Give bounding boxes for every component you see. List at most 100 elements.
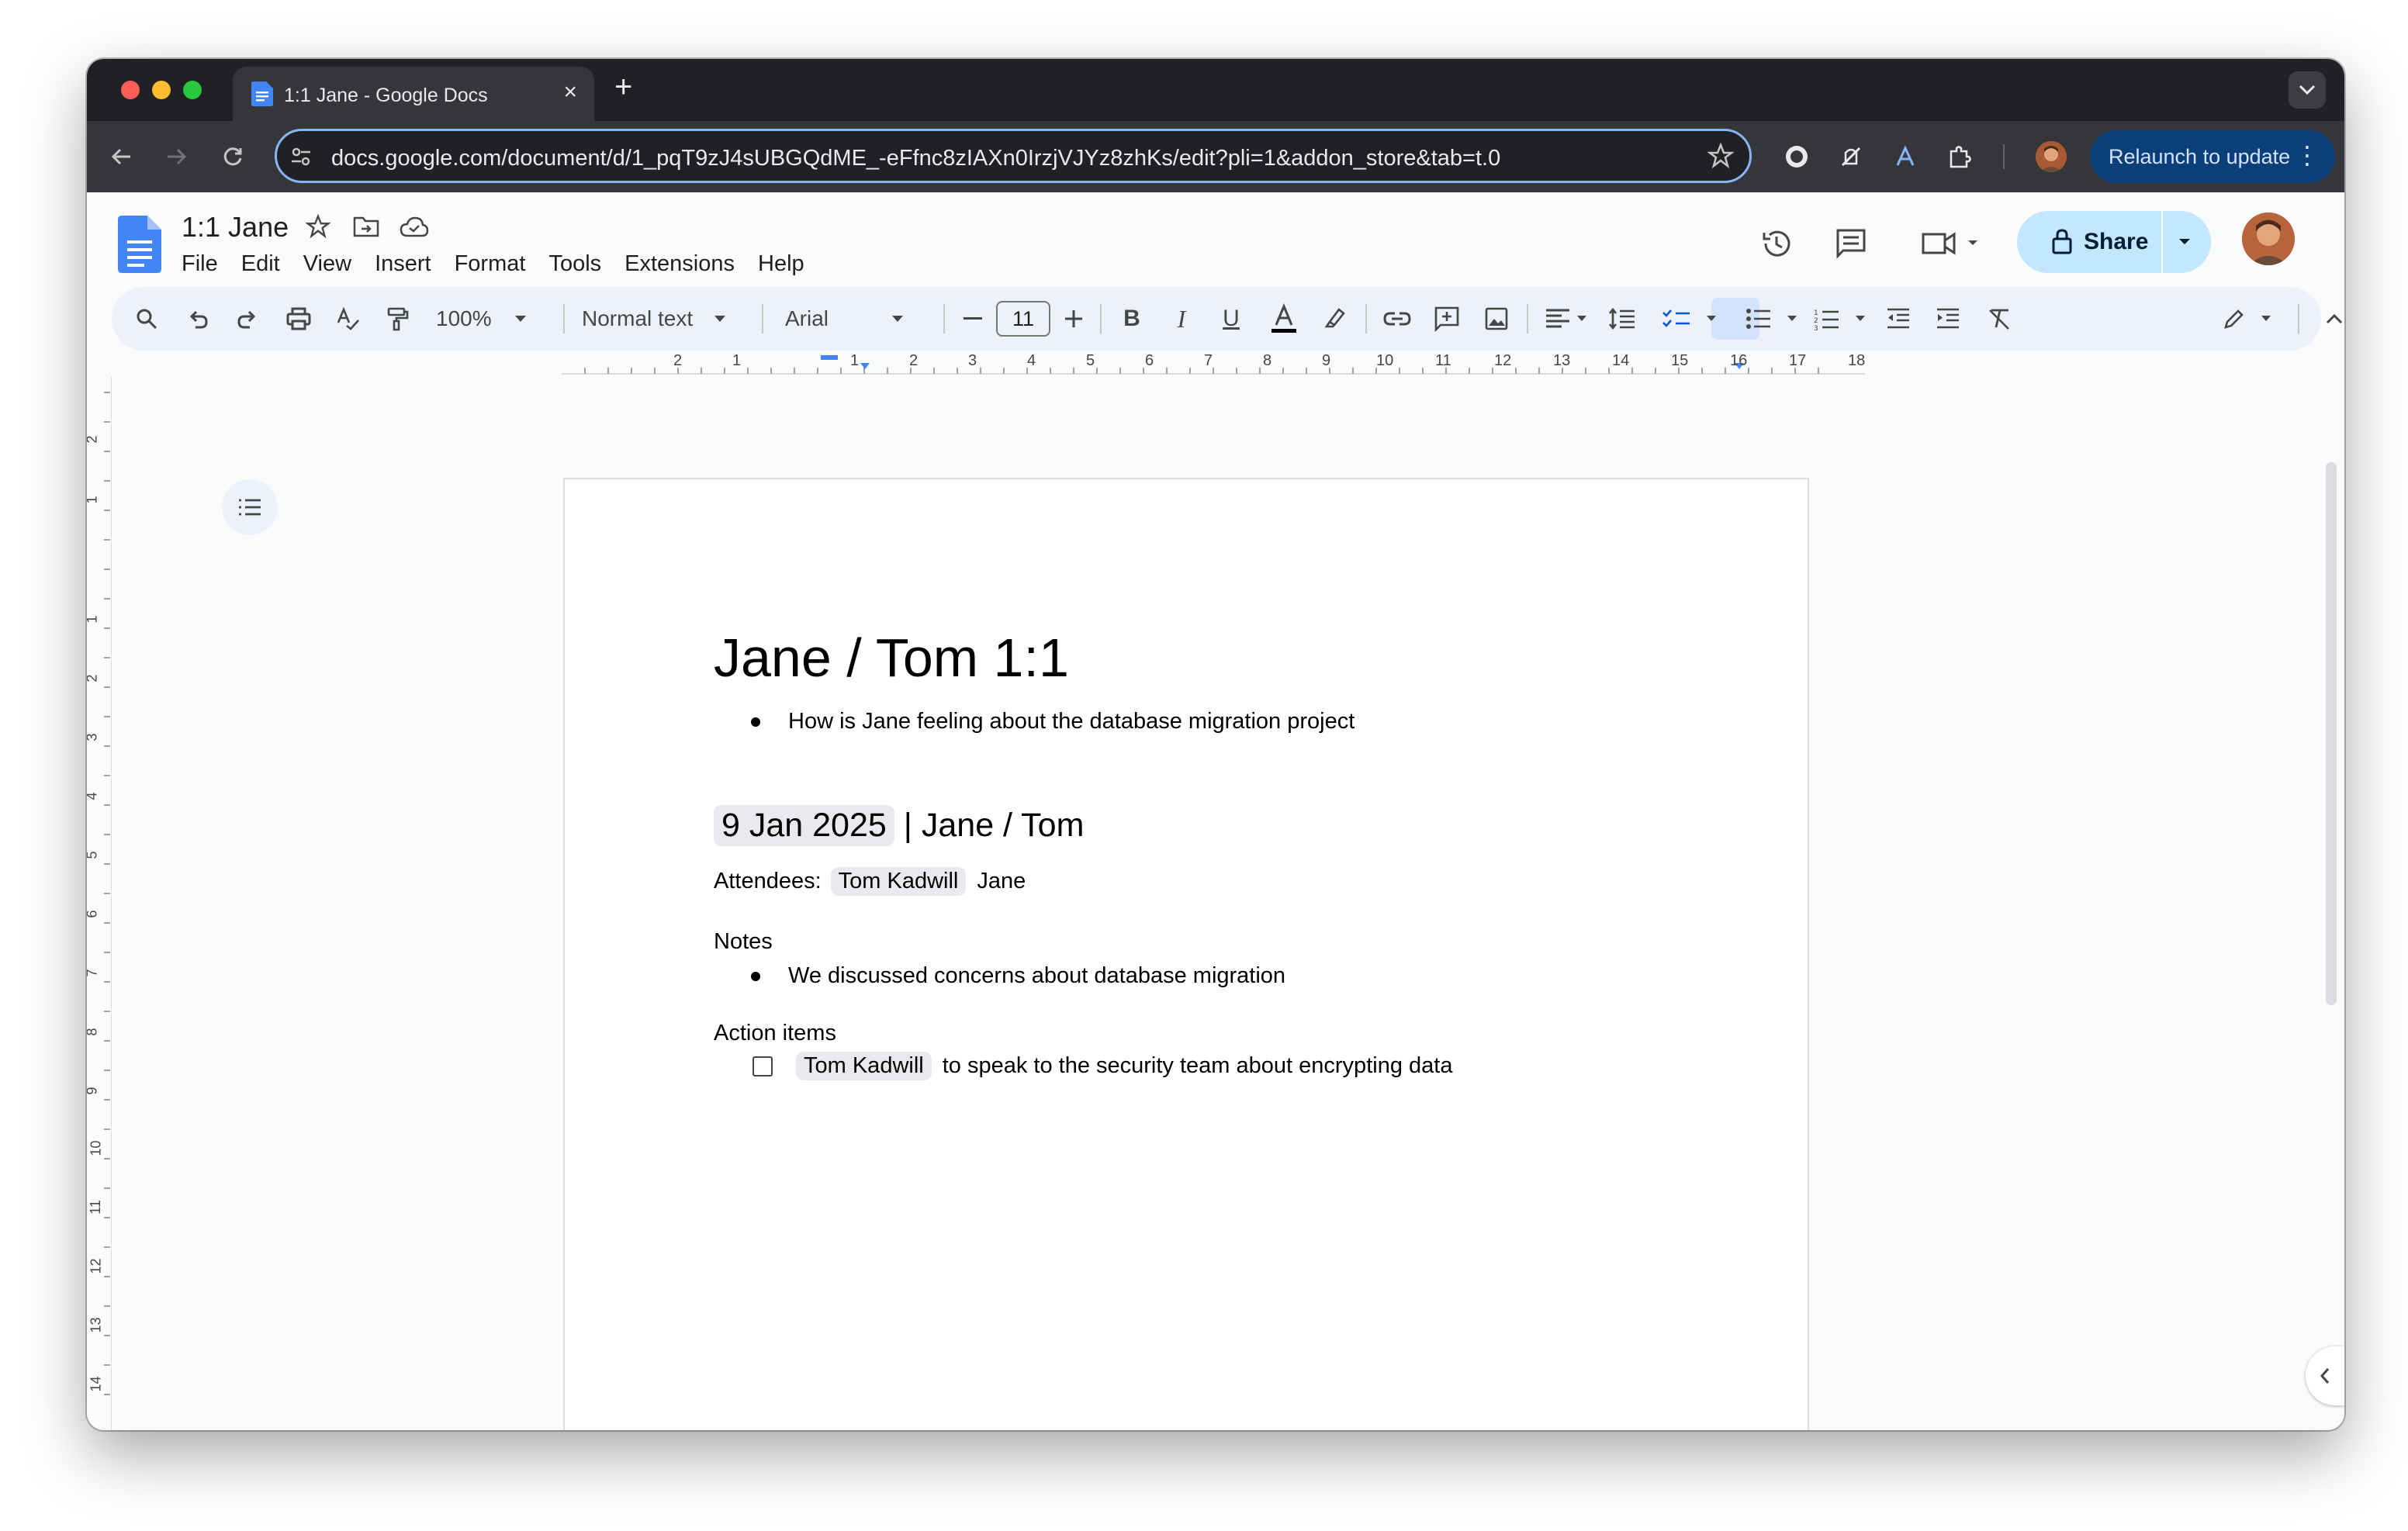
attendees-label: Attendees: [714, 869, 822, 893]
relaunch-button[interactable]: Relaunch to update ⋮ [2090, 130, 2335, 183]
clear-formatting-button[interactable] [1983, 302, 2015, 335]
highlight-button[interactable] [1319, 302, 1351, 335]
search-menus-button[interactable] [130, 302, 163, 335]
attendee-name: Jane [977, 869, 1026, 893]
vertical-ruler-number: 14 [88, 1376, 104, 1392]
heading-title: Jane / Tom 1:1 [714, 627, 1069, 688]
person-chip[interactable]: Tom Kadwill [830, 867, 967, 896]
close-window-button[interactable] [121, 81, 140, 99]
insert-link-button[interactable] [1379, 302, 1415, 335]
browser-tab-active[interactable]: 1:1 Jane - Google Docs × [233, 67, 594, 121]
style-select[interactable]: Normal text [577, 302, 748, 335]
menu-file[interactable]: File [182, 251, 218, 277]
ruler-number: 18 [1848, 352, 1866, 369]
decrease-font-size-button[interactable] [959, 302, 987, 335]
profile-avatar-small[interactable] [2036, 141, 2067, 172]
meet-button[interactable] [1916, 222, 1986, 265]
menu-extensions[interactable]: Extensions [624, 251, 735, 277]
vertical-ruler-number: 6 [87, 910, 101, 918]
menu-bar: File Edit View Insert Format Tools Exten… [182, 251, 804, 277]
horizontal-ruler[interactable]: 2 1 1 2 3 4 5 6 7 8 9 10 11 12 13 14 15 … [562, 352, 1865, 377]
bullet-list-button[interactable] [1744, 302, 1804, 335]
editing-mode-button[interactable] [2219, 302, 2281, 335]
vertical-ruler-number: 13 [88, 1317, 104, 1333]
zoom-select[interactable]: 100% [436, 302, 545, 335]
checkbox-icon[interactable] [752, 1056, 773, 1077]
back-button[interactable] [102, 138, 140, 175]
insert-image-button[interactable] [1480, 302, 1513, 335]
tab-close-icon[interactable]: × [563, 81, 577, 104]
share-divider [2161, 211, 2163, 273]
document-page[interactable]: Jane / Tom 1:1 How is Jane feeling about… [563, 478, 1809, 1430]
star-button[interactable] [303, 211, 334, 242]
menu-tools[interactable]: Tools [548, 251, 601, 277]
text-color-button[interactable] [1265, 302, 1303, 335]
move-button[interactable] [351, 211, 382, 242]
menu-insert[interactable]: Insert [375, 251, 431, 277]
extensions-menu-button[interactable] [1941, 138, 1978, 175]
undo-icon [189, 310, 208, 329]
toolbar-divider [943, 304, 945, 334]
print-icon [286, 307, 311, 330]
increase-font-size-button[interactable] [1060, 302, 1088, 335]
decrease-indent-button[interactable] [1882, 302, 1915, 335]
bookmark-star-icon[interactable] [1707, 143, 1734, 169]
svg-text:3: 3 [1814, 325, 1818, 330]
share-dropdown-icon[interactable] [2177, 233, 2192, 251]
bold-button[interactable]: B [1116, 302, 1148, 335]
vertical-ruler[interactable]: 211234567891011121314 [87, 377, 112, 1430]
docs-logo-icon[interactable] [118, 216, 161, 273]
comments-button[interactable] [1829, 222, 1873, 265]
print-button[interactable] [282, 302, 315, 335]
person-chip[interactable]: Tom Kadwill [796, 1052, 932, 1080]
font-size-input[interactable]: 11 [996, 301, 1050, 337]
back-arrow-icon [111, 148, 130, 165]
account-avatar[interactable] [2242, 213, 2295, 265]
menu-edit[interactable]: Edit [241, 251, 280, 277]
version-history-button[interactable] [1755, 222, 1798, 265]
extension-2-button[interactable] [1832, 138, 1870, 175]
numbered-list-button[interactable]: 123 [1812, 302, 1873, 335]
hide-menus-button[interactable] [2318, 302, 2344, 335]
indent-increase-icon [1937, 308, 1959, 329]
date-chip[interactable]: 9 Jan 2025 [714, 805, 894, 846]
vertical-scrollbar[interactable] [2326, 462, 2337, 1005]
reload-button[interactable] [214, 138, 251, 175]
ruler-number: 3 [968, 352, 977, 369]
cloud-status-button[interactable] [399, 211, 430, 242]
menu-format[interactable]: Format [455, 251, 526, 277]
italic-button[interactable]: I [1165, 302, 1198, 335]
notes-label: Notes [714, 929, 773, 954]
increase-indent-button[interactable] [1932, 302, 1964, 335]
text-color-icon [1271, 303, 1296, 333]
vertical-ruler-number: 4 [87, 792, 101, 800]
underline-button[interactable]: U [1215, 302, 1247, 335]
line-spacing-button[interactable] [1606, 302, 1638, 335]
document-outline-button[interactable] [222, 479, 278, 535]
tab-search-button[interactable] [2289, 71, 2326, 109]
add-comment-button[interactable] [1431, 302, 1463, 335]
maximize-window-button[interactable] [183, 81, 202, 99]
meeting-heading: 9 Jan 2025 | Jane / Tom [714, 805, 1084, 846]
line-spacing-icon [1608, 307, 1635, 330]
extension-1-button[interactable] [1778, 138, 1815, 175]
spellcheck-button[interactable] [332, 302, 365, 335]
site-info-icon[interactable] [289, 145, 313, 168]
align-button[interactable] [1541, 302, 1595, 335]
font-select[interactable]: Arial [780, 302, 932, 335]
redo-button[interactable] [231, 302, 264, 335]
undo-button[interactable] [182, 302, 214, 335]
person-avatar-icon [2242, 213, 2295, 265]
share-button[interactable]: Share [2017, 211, 2211, 273]
menu-view[interactable]: View [303, 251, 351, 277]
menu-help[interactable]: Help [758, 251, 804, 277]
address-bar[interactable]: docs.google.com/document/d/1_pqT9zJ4sUBG… [275, 129, 1752, 183]
checklist-button[interactable] [1657, 302, 1725, 335]
minimize-window-button[interactable] [152, 81, 171, 99]
side-panel-toggle[interactable] [2306, 1346, 2344, 1405]
forward-button[interactable] [158, 138, 195, 175]
document-title[interactable]: 1:1 Jane [182, 211, 289, 244]
paint-format-button[interactable] [382, 302, 414, 335]
extension-3-button[interactable] [1887, 138, 1924, 175]
new-tab-icon[interactable]: + [614, 71, 632, 102]
